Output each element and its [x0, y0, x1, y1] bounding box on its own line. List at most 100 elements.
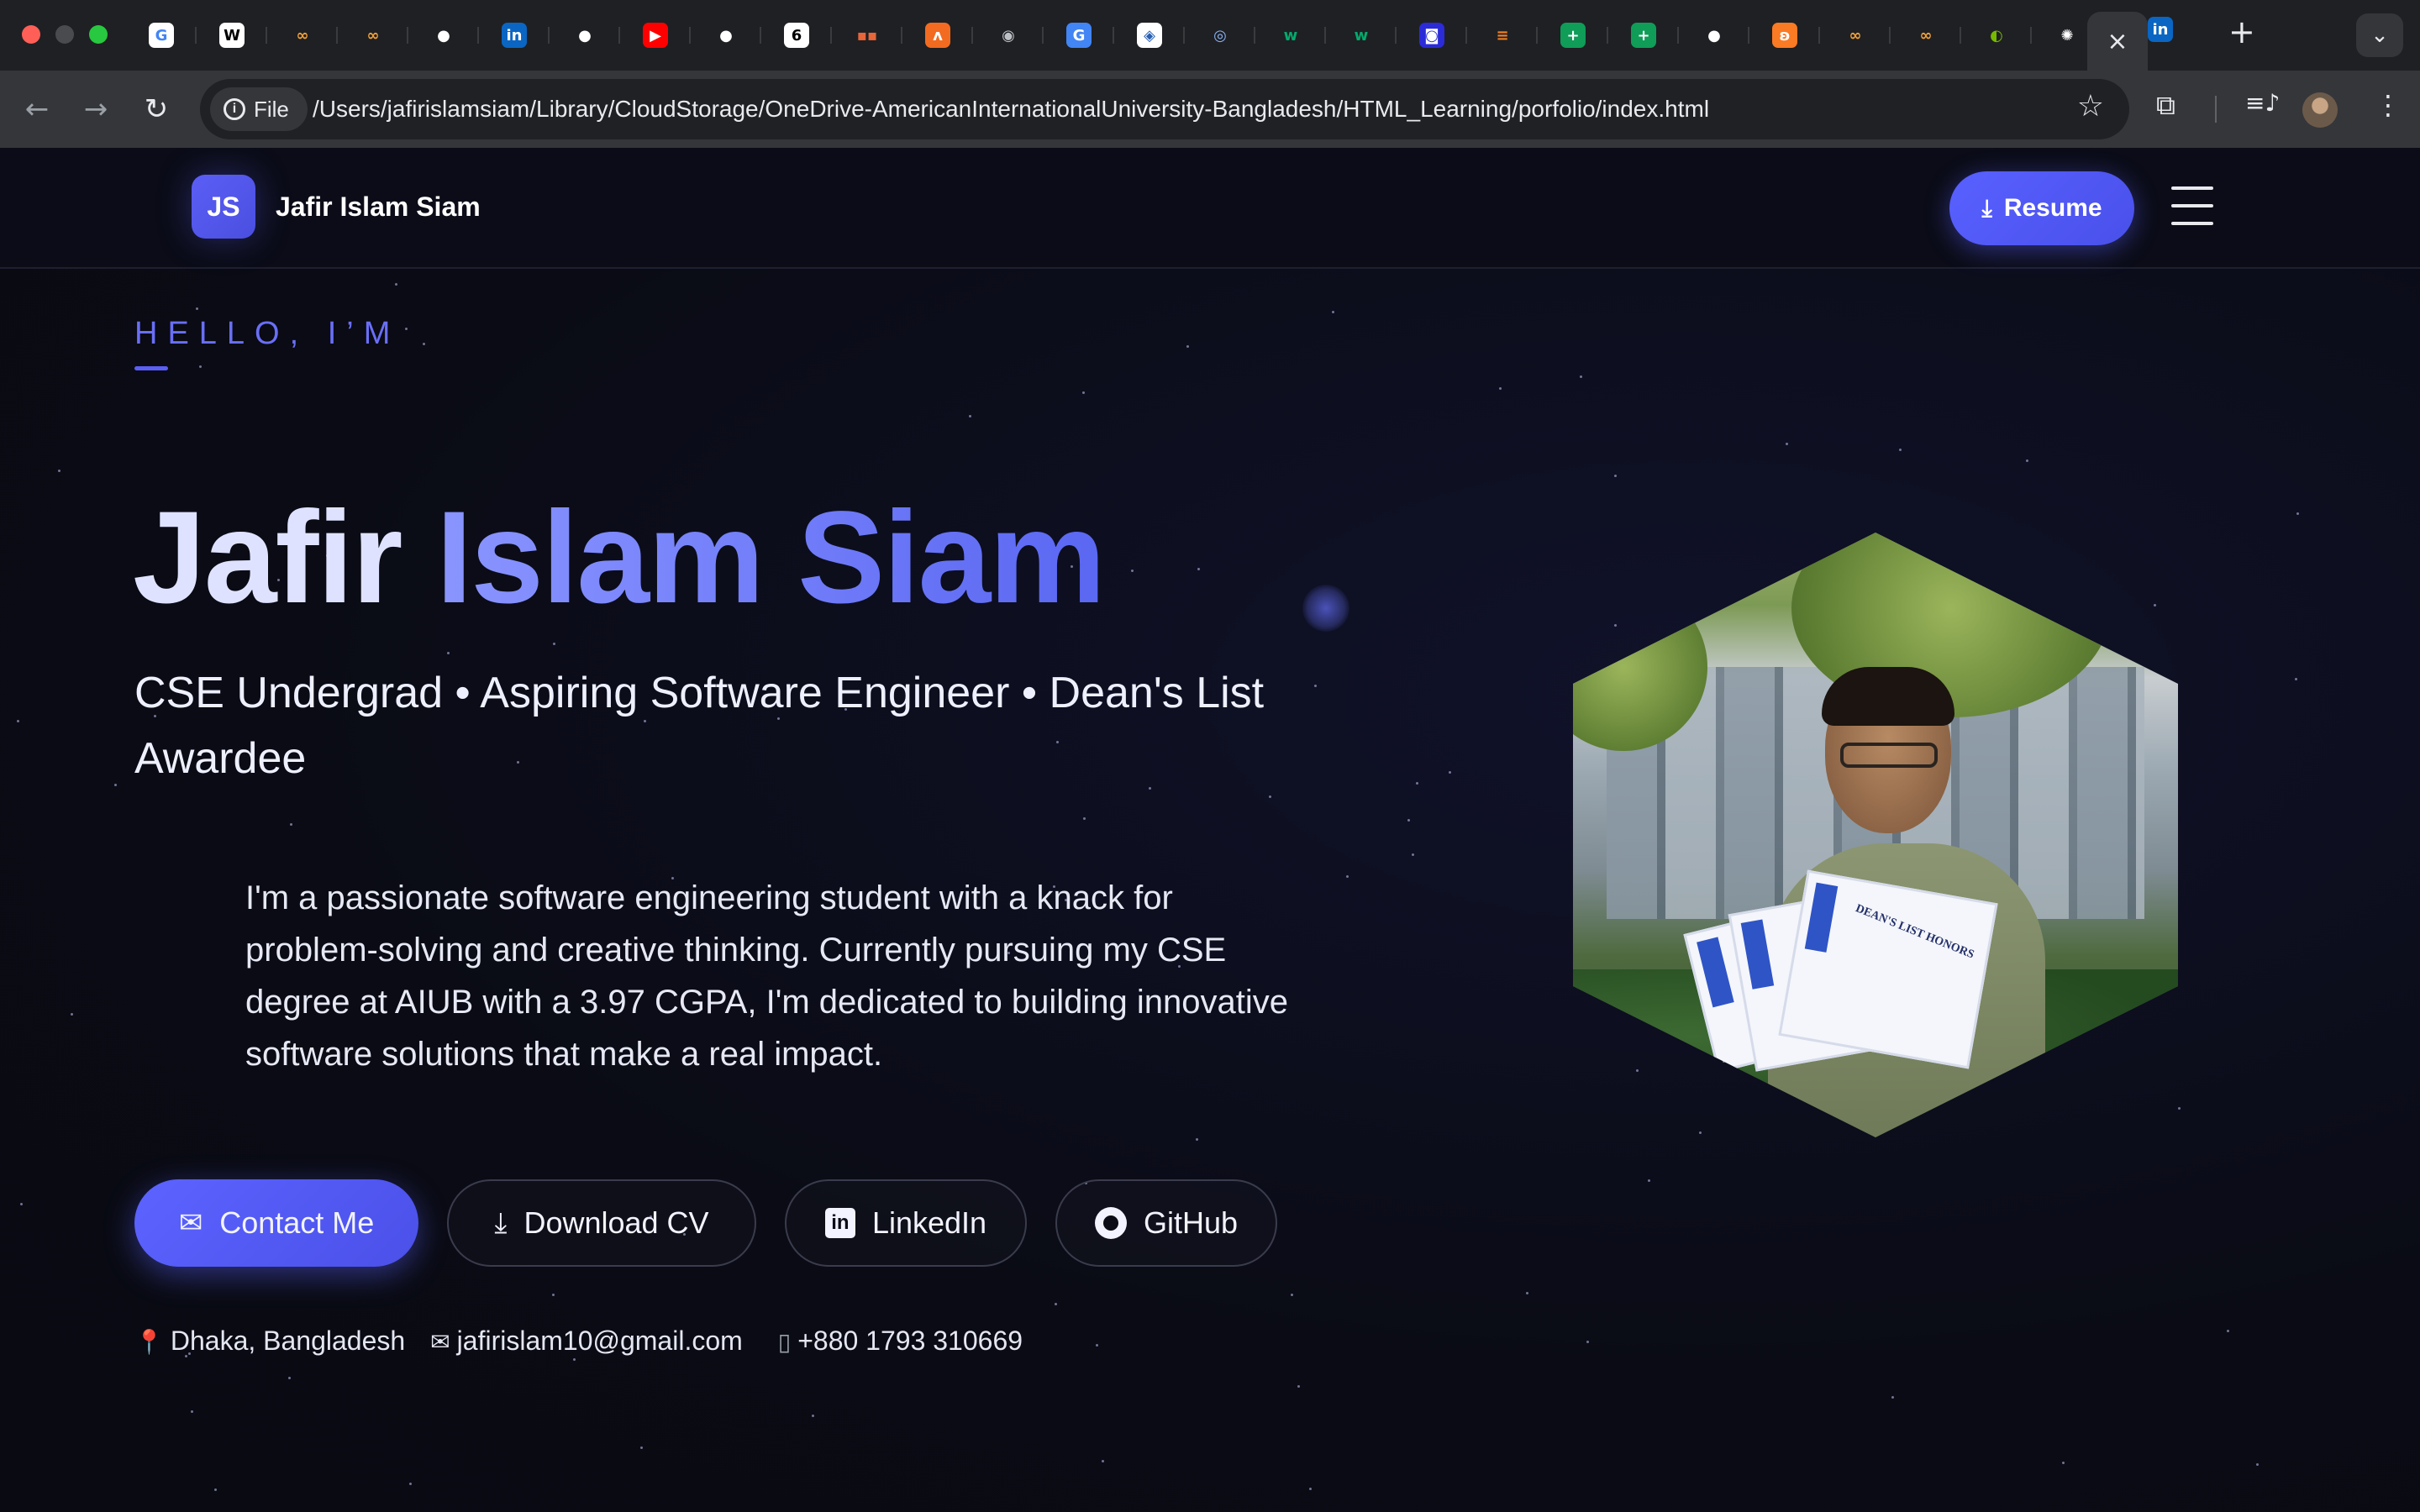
- browser-tab[interactable]: in: [479, 17, 550, 54]
- resume-label: Resume: [2003, 194, 2102, 222]
- tab-list: G W ∞ ∞ ● in ● ▶ ● 6 ▪▪ ʌ ◉ G ◈ ◎ w w ◙ ≡ + + ● ʚ ∞ ∞ ◐ ✺: [126, 17, 2102, 54]
- browser-menu-icon[interactable]: ⋮: [2375, 89, 2402, 121]
- browser-tab[interactable]: ∞: [267, 17, 338, 54]
- address-bar[interactable]: i File /Users/jafirislamsiam/Library/Clo…: [200, 79, 2129, 139]
- browser-tab[interactable]: ▪▪: [832, 17, 902, 54]
- mail-icon: ✉: [178, 1206, 203, 1240]
- star-dot: [2154, 604, 2156, 606]
- star-dot: [2178, 1107, 2181, 1110]
- hero-name-first: Jafir: [133, 485, 403, 631]
- linkedin-button[interactable]: in LinkedIn: [785, 1179, 1027, 1267]
- browser-tab[interactable]: ʌ: [902, 17, 973, 54]
- forward-button[interactable]: →: [76, 89, 116, 129]
- star-dot: [1412, 853, 1414, 856]
- email-text[interactable]: jafirislam10@gmail.com: [457, 1326, 743, 1356]
- github-button[interactable]: GitHub: [1055, 1179, 1277, 1267]
- sheets-icon: +: [1560, 23, 1586, 48]
- star-dot: [423, 343, 425, 345]
- browser-tab[interactable]: 6: [761, 17, 832, 54]
- active-tab[interactable]: ×: [2087, 12, 2148, 71]
- browser-tab[interactable]: ≡: [1467, 17, 1538, 54]
- tab-search-button[interactable]: ⌄: [2356, 13, 2403, 57]
- browser-tab[interactable]: G: [126, 17, 197, 54]
- media-control-icon[interactable]: ≡♪: [2245, 89, 2280, 117]
- infinity-icon: ∞: [1843, 23, 1868, 48]
- browser-tab[interactable]: G: [1044, 17, 1114, 54]
- browser-tab[interactable]: w: [1255, 17, 1326, 54]
- phone-icon: ▯: [777, 1328, 792, 1356]
- phone-item[interactable]: ▯ +880 1793 310669: [778, 1326, 1023, 1357]
- linkedin-icon: in: [824, 1208, 855, 1238]
- browser-tab[interactable]: ◎: [1185, 17, 1255, 54]
- star-dot: [1314, 685, 1317, 687]
- w3schools-icon: w: [1349, 23, 1374, 48]
- browser-tab[interactable]: +: [1538, 17, 1608, 54]
- browser-tab[interactable]: ◈: [1114, 17, 1185, 54]
- star-dot: [2227, 1330, 2229, 1332]
- download-cv-button[interactable]: ⤓ Download CV: [447, 1179, 756, 1267]
- star-dot: [1102, 1460, 1104, 1462]
- logo-name[interactable]: Jafir Islam Siam: [276, 192, 481, 223]
- tab-close-icon[interactable]: ×: [2107, 27, 2128, 56]
- url-text[interactable]: /Users/jafirislamsiam/Library/CloudStora…: [313, 96, 1709, 123]
- browser-tab[interactable]: ●: [550, 17, 620, 54]
- browser-tab[interactable]: ●: [1679, 17, 1749, 54]
- resume-button[interactable]: ⤓ Resume: [1949, 171, 2134, 245]
- star-dot: [1082, 391, 1085, 394]
- hello-underline: [134, 366, 168, 370]
- phone-text[interactable]: +880 1793 310669: [797, 1326, 1023, 1356]
- browser-tab[interactable]: ●: [691, 17, 761, 54]
- star-dot: [288, 1377, 291, 1379]
- logo-badge[interactable]: JS: [192, 175, 255, 239]
- certificate-title: DEAN'S LIST HONORS: [1854, 902, 1976, 962]
- hero-name-rest: Islam Siam: [435, 485, 1106, 631]
- browser-tab[interactable]: +: [1608, 17, 1679, 54]
- star-dot: [1407, 819, 1410, 822]
- star-dot: [1891, 1396, 1894, 1399]
- browser-tab[interactable]: ◐: [1961, 17, 2032, 54]
- close-window-button[interactable]: [22, 25, 40, 44]
- star-dot: [2296, 512, 2299, 515]
- zoom-window-button[interactable]: [89, 25, 108, 44]
- star-dot: [1083, 817, 1086, 820]
- contact-me-button[interactable]: ✉ Contact Me: [134, 1179, 418, 1267]
- browser-tab[interactable]: ●: [408, 17, 479, 54]
- minimize-window-button[interactable]: [55, 25, 74, 44]
- star-dot: [191, 1410, 193, 1413]
- browser-tab[interactable]: W: [197, 17, 267, 54]
- infinity-icon: ∞: [360, 23, 386, 48]
- tab-linkedin[interactable]: in: [2148, 17, 2173, 42]
- extensions-icon[interactable]: ⧉: [2156, 89, 2175, 122]
- star-dot: [17, 720, 19, 722]
- browser-tab[interactable]: ∞: [1820, 17, 1891, 54]
- star-dot: [2295, 678, 2297, 680]
- site-info-chip[interactable]: i File: [210, 87, 308, 131]
- star-dot: [1648, 1179, 1650, 1182]
- info-icon: i: [224, 98, 245, 120]
- zigzag-icon: ʌ: [925, 23, 950, 48]
- reload-button[interactable]: ↻: [136, 89, 176, 129]
- bookmark-star-icon[interactable]: ☆: [2077, 89, 2104, 123]
- github-icon: [1094, 1207, 1127, 1239]
- new-tab-button[interactable]: +: [2228, 13, 2255, 50]
- profile-avatar[interactable]: [2302, 92, 2338, 128]
- browser-tab[interactable]: ◉: [973, 17, 1044, 54]
- location-text: Dhaka, Bangladesh: [170, 1326, 406, 1356]
- star-dot: [20, 1203, 23, 1205]
- globe-icon: ◉: [996, 23, 1021, 48]
- star-dot: [1499, 387, 1502, 390]
- browser-tab[interactable]: ∞: [1891, 17, 1961, 54]
- download-cv-label: Download CV: [523, 1205, 709, 1240]
- back-button[interactable]: ←: [17, 89, 57, 129]
- browser-tab[interactable]: ▶: [620, 17, 691, 54]
- star-dot: [58, 470, 60, 472]
- star-dot: [214, 1488, 217, 1491]
- email-item[interactable]: ✉ jafirislam10@gmail.com: [430, 1326, 743, 1357]
- hamburger-menu-icon[interactable]: [2171, 186, 2213, 225]
- browser-tab[interactable]: ◙: [1397, 17, 1467, 54]
- browser-tab[interactable]: ʚ: [1749, 17, 1820, 54]
- browser-tab[interactable]: ∞: [338, 17, 408, 54]
- browser-tab[interactable]: w: [1326, 17, 1397, 54]
- browser-toolbar: ← → ↻ i File /Users/jafirislamsiam/Libra…: [0, 71, 2420, 148]
- star-dot: [969, 415, 971, 417]
